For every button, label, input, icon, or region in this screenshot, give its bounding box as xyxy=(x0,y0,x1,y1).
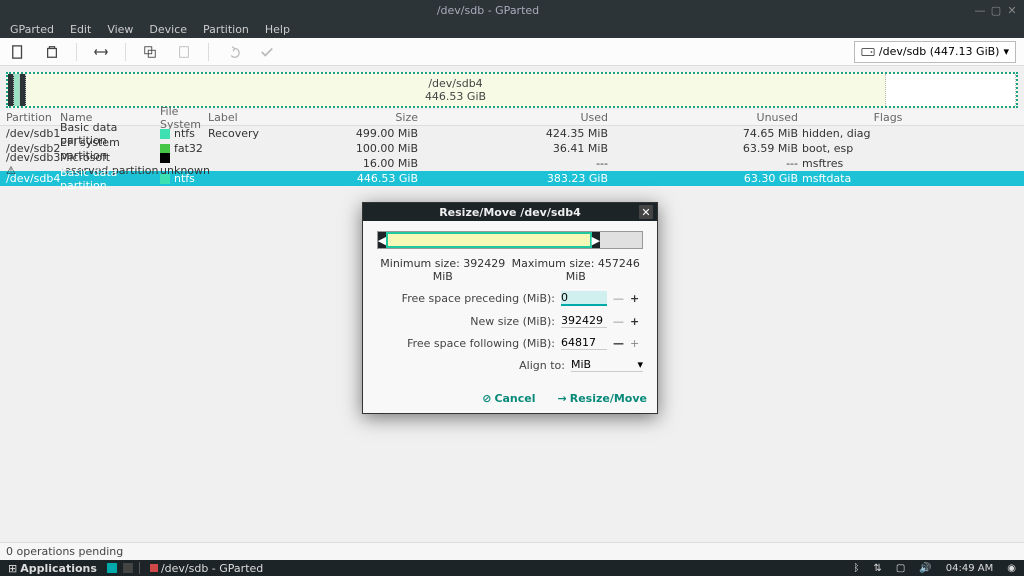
following-dec[interactable]: — xyxy=(613,337,624,350)
cancel-button[interactable]: ⊘Cancel xyxy=(482,392,535,405)
slider-free-after[interactable] xyxy=(600,232,642,248)
col-header-flags[interactable]: Flags xyxy=(798,111,1018,124)
new-icon[interactable] xyxy=(8,42,28,62)
bluetooth-icon[interactable]: ᛒ xyxy=(850,563,864,574)
chevron-down-icon: ▾ xyxy=(1003,45,1009,58)
following-label: Free space following (MiB): xyxy=(377,337,561,350)
menu-view[interactable]: View xyxy=(99,21,141,38)
apps-menu[interactable]: ⊞Applications xyxy=(4,562,101,575)
slider-handle-right[interactable]: ▶ xyxy=(592,232,600,248)
newsize-dec[interactable]: — xyxy=(613,315,624,328)
status-bar: 0 operations pending xyxy=(0,542,1024,560)
network-icon[interactable]: ⇅ xyxy=(870,563,886,574)
window-title: /dev/sdb - GParted xyxy=(6,4,970,17)
undo-icon[interactable] xyxy=(223,42,243,62)
menu-partition[interactable]: Partition xyxy=(195,21,257,38)
table-row[interactable]: /dev/sdb4Basic data partitionntfs446.53 … xyxy=(0,171,1024,186)
taskbar: ⊞Applications /dev/sdb - GParted ᛒ ⇅ ▢ 🔊… xyxy=(0,560,1024,576)
device-selector[interactable]: /dev/sdb (447.13 GiB) ▾ xyxy=(854,41,1016,63)
copy-icon[interactable] xyxy=(140,42,160,62)
diskmap-main-size: 446.53 GiB xyxy=(425,90,486,103)
chevron-down-icon: ▾ xyxy=(637,358,643,371)
resize-icon[interactable] xyxy=(91,42,111,62)
col-header-label[interactable]: Label xyxy=(208,111,298,124)
diskmap-seg-free[interactable] xyxy=(886,74,1016,106)
partition-table: /dev/sdb1Basic data partitionntfsRecover… xyxy=(0,126,1024,186)
paste-icon[interactable] xyxy=(174,42,194,62)
battery-icon[interactable]: ▢ xyxy=(892,563,909,574)
titlebar: /dev/sdb - GParted — ▢ ✕ xyxy=(0,0,1024,20)
following-inc[interactable]: + xyxy=(630,337,639,350)
menubar: GParted Edit View Device Partition Help xyxy=(0,20,1024,38)
grid-icon: ⊞ xyxy=(8,562,17,575)
slider-handle-left[interactable]: ◀ xyxy=(378,232,386,248)
close-icon[interactable]: ✕ xyxy=(1006,4,1018,16)
preceding-input[interactable] xyxy=(561,291,607,306)
newsize-inc[interactable]: + xyxy=(630,315,639,328)
size-limits: Minimum size: 392429 MiB Maximum size: 4… xyxy=(377,257,643,283)
slider-partition-block[interactable] xyxy=(386,232,592,248)
maximize-icon[interactable]: ▢ xyxy=(990,4,1002,16)
col-header-size[interactable]: Size xyxy=(298,111,418,124)
menu-device[interactable]: Device xyxy=(141,21,195,38)
align-select[interactable]: MiB▾ xyxy=(571,358,643,372)
task-gparted[interactable]: /dev/sdb - GParted xyxy=(146,562,267,575)
preceding-dec[interactable]: — xyxy=(613,292,624,305)
menu-edit[interactable]: Edit xyxy=(62,21,99,38)
resize-dialog: Resize/Move /dev/sdb4 ✕ ◀ ▶ Minimum size… xyxy=(362,202,658,414)
apply-icon[interactable] xyxy=(257,42,277,62)
app-icon xyxy=(150,564,158,572)
menu-gparted[interactable]: GParted xyxy=(2,21,62,38)
minimize-icon[interactable]: — xyxy=(974,4,986,16)
workspace-2[interactable] xyxy=(123,563,133,573)
user-icon[interactable]: ◉ xyxy=(1003,563,1020,574)
align-label: Align to: xyxy=(377,359,571,372)
min-size-label: Minimum size: 392429 MiB xyxy=(377,257,509,283)
disk-map[interactable]: /dev/sdb4 446.53 GiB xyxy=(6,72,1018,108)
preceding-label: Free space preceding (MiB): xyxy=(377,292,561,305)
following-input[interactable] xyxy=(561,336,607,350)
workspace-1[interactable] xyxy=(107,563,117,573)
col-header-used[interactable]: Used xyxy=(418,111,608,124)
toolbar: /dev/sdb (447.13 GiB) ▾ xyxy=(0,38,1024,66)
resize-slider[interactable]: ◀ ▶ xyxy=(377,231,643,249)
menu-help[interactable]: Help xyxy=(257,21,298,38)
device-selector-label: /dev/sdb (447.13 GiB) xyxy=(879,45,1000,58)
resize-move-button[interactable]: →Resize/Move xyxy=(558,392,647,405)
arrow-right-icon: → xyxy=(558,392,567,405)
clock[interactable]: 04:49 AM xyxy=(942,563,997,574)
col-header-unused[interactable]: Unused xyxy=(608,111,798,124)
newsize-input[interactable] xyxy=(561,314,607,328)
cancel-icon: ⊘ xyxy=(482,392,491,405)
disk-icon xyxy=(861,45,875,59)
volume-icon[interactable]: 🔊 xyxy=(915,563,935,574)
preceding-inc[interactable]: + xyxy=(630,292,639,305)
max-size-label: Maximum size: 457246 MiB xyxy=(509,257,643,283)
col-header-partition[interactable]: Partition xyxy=(6,111,60,124)
dialog-title[interactable]: Resize/Move /dev/sdb4 ✕ xyxy=(363,203,657,221)
dialog-close-icon[interactable]: ✕ xyxy=(639,205,653,219)
delete-icon[interactable] xyxy=(42,42,62,62)
newsize-label: New size (MiB): xyxy=(377,315,561,328)
diskmap-seg-main[interactable]: /dev/sdb4 446.53 GiB xyxy=(26,74,886,106)
diskmap-main-label: /dev/sdb4 xyxy=(428,77,482,90)
